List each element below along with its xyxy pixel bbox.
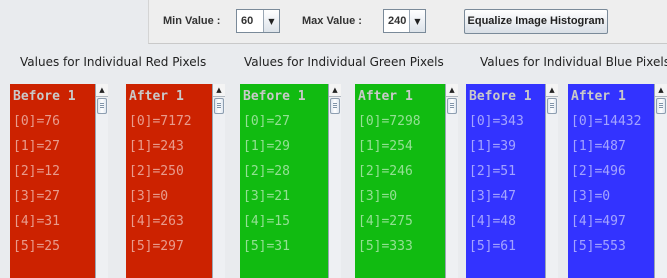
- list-area: After 1 [0]=7172 [1]=243 [2]=250 [3]=0 [4]=26…: [126, 84, 213, 278]
- red-after-list[interactable]: After 1 [0]=7172 [1]=243 [2]=250 [3]=0 [4]=26…: [126, 84, 225, 278]
- scrollbar[interactable]: ▲: [95, 84, 108, 278]
- chevron-down-icon[interactable]: ▼: [263, 10, 279, 32]
- list-item[interactable]: [1]=29: [243, 134, 329, 159]
- scrollbar[interactable]: ▲: [545, 84, 558, 278]
- list-area: After 1 [0]=7298 [1]=254 [2]=246 [3]=0 [4]=27…: [355, 84, 446, 278]
- list-item[interactable]: [1]=27: [13, 134, 96, 159]
- list-item[interactable]: [1]=487: [571, 134, 655, 159]
- arrow-up-icon[interactable]: ▲: [446, 84, 458, 97]
- list-item[interactable]: [5]=25: [13, 234, 96, 259]
- list-area: Before 1 [0]=343 [1]=39 [2]=51 [3]=47 [4]=48[…: [466, 84, 546, 278]
- arrow-up-icon[interactable]: ▲: [546, 84, 558, 97]
- list-item[interactable]: [4]=275: [358, 209, 446, 234]
- max-value-label: Max Value :: [302, 15, 362, 27]
- list-item[interactable]: [5]=553: [571, 234, 655, 259]
- list-item[interactable]: [0]=14432: [571, 109, 655, 134]
- min-value-label: Min Value :: [163, 15, 221, 27]
- scrollbar-thumb[interactable]: [447, 98, 457, 114]
- list-item[interactable]: [0]=27: [243, 109, 329, 134]
- list-header: After 1: [571, 89, 626, 104]
- list-item[interactable]: [4]=48: [469, 209, 546, 234]
- max-value-selected: 240: [388, 15, 407, 27]
- list-item[interactable]: [2]=12: [13, 159, 96, 184]
- max-value-select[interactable]: 240 ▼: [383, 9, 426, 33]
- list-item[interactable]: [5]=61: [469, 234, 546, 259]
- arrow-up-icon[interactable]: ▲: [329, 84, 341, 97]
- list-item[interactable]: [0]=7298: [358, 109, 446, 134]
- scrollbar-thumb[interactable]: [97, 98, 107, 114]
- scrollbar-thumb[interactable]: [330, 98, 340, 114]
- scrollbar-thumb[interactable]: [656, 98, 666, 114]
- red-section-title: Values for Individual Red Pixels: [20, 55, 207, 69]
- list-item[interactable]: [2]=28: [243, 159, 329, 184]
- list-item[interactable]: [4]=497: [571, 209, 655, 234]
- scrollbar[interactable]: ▲: [328, 84, 341, 278]
- scrollbar[interactable]: ▲: [445, 84, 458, 278]
- list-item[interactable]: [3]=27: [13, 184, 96, 209]
- list-item[interactable]: [4]=263: [129, 209, 213, 234]
- list-item[interactable]: [2]=496: [571, 159, 655, 184]
- arrow-up-icon[interactable]: ▲: [213, 84, 225, 97]
- blue-after-list[interactable]: After 1 [0]=14432 [1]=487 [2]=496 [3]=0 [4]=4…: [568, 84, 667, 278]
- list-item[interactable]: [3]=0: [129, 184, 213, 209]
- list-item[interactable]: [1]=254: [358, 134, 446, 159]
- list-item[interactable]: [4]=15: [243, 209, 329, 234]
- list-area: After 1 [0]=14432 [1]=487 [2]=496 [3]=0 [4]=4…: [568, 84, 655, 278]
- list-header: After 1: [129, 89, 184, 104]
- list-item[interactable]: [5]=31: [243, 234, 329, 259]
- list-item[interactable]: [5]=297: [129, 234, 213, 259]
- arrow-up-icon[interactable]: ▲: [96, 84, 108, 97]
- list-item[interactable]: [3]=0: [358, 184, 446, 209]
- list-item[interactable]: [2]=246: [358, 159, 446, 184]
- blue-section-title: Values for Individual Blue Pixels: [480, 55, 667, 69]
- arrow-up-icon[interactable]: ▲: [655, 84, 667, 97]
- list-item[interactable]: [2]=250: [129, 159, 213, 184]
- green-before-list[interactable]: Before 1 [0]=27 [1]=29 [2]=28 [3]=21 [4]=15 [5…: [240, 84, 341, 278]
- list-item[interactable]: [1]=243: [129, 134, 213, 159]
- scrollbar-thumb[interactable]: [214, 98, 224, 114]
- list-item[interactable]: [2]=51: [469, 159, 546, 184]
- list-item[interactable]: [1]=39: [469, 134, 546, 159]
- list-header: Before 1: [243, 89, 306, 104]
- list-item[interactable]: [3]=0: [571, 184, 655, 209]
- scrollbar[interactable]: ▲: [212, 84, 225, 278]
- list-area: Before 1 [0]=27 [1]=29 [2]=28 [3]=21 [4]=15 [5…: [240, 84, 329, 278]
- list-area: Before 1 [0]=76 [1]=27 [2]=12 [3]=27 [4]=31 [5…: [10, 84, 96, 278]
- min-value-selected: 60: [241, 15, 254, 27]
- equalize-histogram-button[interactable]: Equalize Image Histogram: [464, 9, 608, 34]
- list-item[interactable]: [0]=343: [469, 109, 546, 134]
- scrollbar[interactable]: ▲: [654, 84, 667, 278]
- list-header: Before 1: [469, 89, 532, 104]
- min-value-select[interactable]: 60 ▼: [236, 9, 280, 33]
- list-item[interactable]: [3]=47: [469, 184, 546, 209]
- list-item[interactable]: [0]=7172: [129, 109, 213, 134]
- chevron-down-icon[interactable]: ▼: [409, 10, 425, 32]
- list-item[interactable]: [3]=21: [243, 184, 329, 209]
- list-item[interactable]: [4]=31: [13, 209, 96, 234]
- green-after-list[interactable]: After 1 [0]=7298 [1]=254 [2]=246 [3]=0 [4]=27…: [355, 84, 458, 278]
- blue-before-list[interactable]: Before 1 [0]=343 [1]=39 [2]=51 [3]=47 [4]=48[…: [466, 84, 558, 278]
- scrollbar-thumb[interactable]: [547, 98, 557, 114]
- list-item[interactable]: [5]=333: [358, 234, 446, 259]
- list-header: After 1: [358, 89, 413, 104]
- red-before-list[interactable]: Before 1 [0]=76 [1]=27 [2]=12 [3]=27 [4]=31 [5…: [10, 84, 108, 278]
- list-header: Before 1: [13, 89, 76, 104]
- list-item[interactable]: [0]=76: [13, 109, 96, 134]
- green-section-title: Values for Individual Green Pixels: [244, 55, 444, 69]
- toolbar: Min Value : 60 ▼ Max Value : 240 ▼ Equal…: [148, 0, 667, 44]
